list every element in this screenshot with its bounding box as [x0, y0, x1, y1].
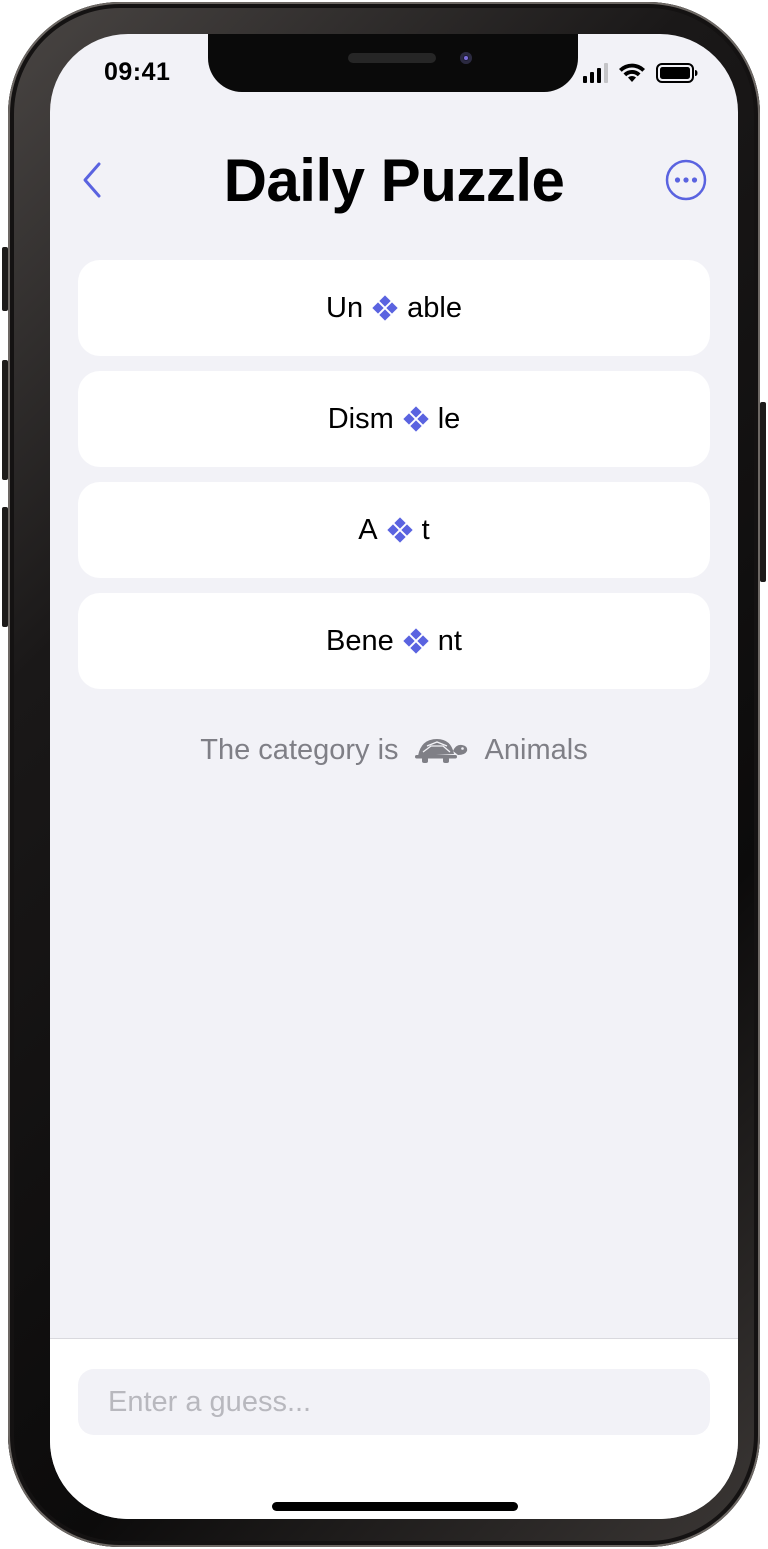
battery-icon — [656, 63, 698, 83]
volume-down-button — [2, 507, 8, 627]
status-icons — [583, 62, 698, 83]
cellular-signal-icon — [583, 63, 608, 83]
clue-prefix: Bene — [326, 624, 394, 657]
clue-card: Bene nt — [78, 593, 710, 689]
guess-bar — [50, 1338, 738, 1519]
silent-switch — [2, 247, 8, 311]
clue-card: Un able — [78, 260, 710, 356]
clue-card: A t — [78, 482, 710, 578]
ellipsis-circle-icon — [665, 159, 707, 201]
screen: 09:41 Daily Puzzle Un able Dism le A t B… — [50, 34, 738, 1519]
speaker-grille — [348, 53, 436, 63]
clue-suffix: le — [437, 402, 461, 435]
clue-prefix: Un — [326, 291, 364, 324]
clue-prefix: Dism — [327, 402, 394, 435]
turtle-icon — [414, 738, 467, 763]
front-camera — [460, 52, 472, 64]
status-time: 09:41 — [104, 58, 171, 86]
navigation-header: Daily Puzzle — [50, 144, 738, 214]
guess-input[interactable] — [78, 1369, 710, 1435]
home-indicator — [272, 1502, 518, 1511]
volume-up-button — [2, 360, 8, 480]
clue-list: Un able Dism le A t Bene nt — [78, 260, 710, 704]
gem-icon — [403, 628, 429, 654]
category-value: Animals — [484, 734, 588, 766]
gem-icon — [386, 517, 413, 543]
more-options-button[interactable] — [664, 158, 708, 202]
clue-suffix: t — [421, 513, 430, 546]
clue-prefix: A — [358, 513, 378, 546]
page-title: Daily Puzzle — [223, 147, 565, 214]
phone-frame: 09:41 Daily Puzzle Un able Dism le A t B… — [2, 2, 766, 1547]
wifi-icon — [619, 63, 645, 82]
notch — [208, 34, 578, 92]
clue-suffix: able — [407, 291, 462, 324]
power-button — [760, 402, 766, 582]
category-hint: The category is Animals — [50, 734, 738, 767]
clue-suffix: nt — [437, 624, 462, 657]
gem-icon — [372, 295, 398, 321]
category-prefix: The category is — [200, 734, 399, 766]
clue-card: Dism le — [78, 371, 710, 467]
gem-icon — [403, 406, 429, 432]
